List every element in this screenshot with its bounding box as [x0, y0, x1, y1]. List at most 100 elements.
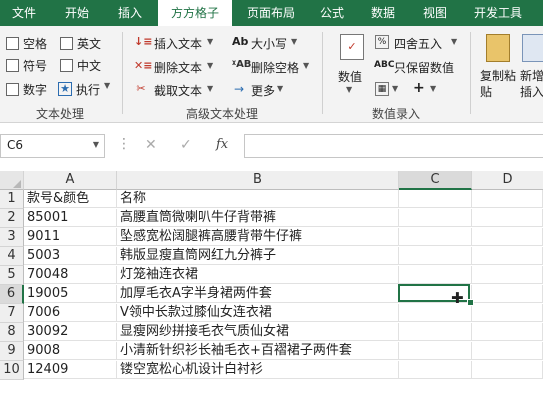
cell-b[interactable]: 小清新针织衫长袖毛衣+百褶裙子两件套 — [117, 342, 399, 360]
cell-d[interactable] — [472, 323, 543, 341]
execute-button[interactable]: 执行 — [76, 81, 100, 98]
cell-b[interactable]: V领中长款过膝仙女连衣裙 — [117, 304, 399, 322]
cell-a[interactable]: 7006 — [24, 304, 117, 322]
cancel-icon[interactable]: ✕ — [145, 137, 157, 153]
cell-a[interactable]: 85001 — [24, 209, 117, 227]
insert-text-dropdown-icon[interactable]: ▼ — [207, 37, 213, 46]
tab-formulas[interactable]: 公式 — [310, 0, 354, 26]
tab-fangfang[interactable]: 方方格子 — [158, 0, 232, 26]
cell-b[interactable]: 灯笼袖连衣裙 — [117, 266, 399, 284]
delete-text-button[interactable]: 删除文本 — [154, 59, 202, 76]
cell-b[interactable]: 显瘦网纱拼接毛衣气质仙女裙 — [117, 323, 399, 341]
grid-dropdown-icon[interactable]: ▼ — [392, 84, 398, 93]
cell-c[interactable] — [399, 323, 472, 341]
cell-d[interactable] — [472, 285, 543, 303]
tab-data[interactable]: 数据 — [358, 0, 408, 26]
cell-d[interactable] — [472, 342, 543, 360]
column-header-a[interactable]: A — [24, 171, 117, 190]
insert-text-button[interactable]: 插入文本 — [154, 35, 202, 52]
more-dropdown-icon[interactable]: ▼ — [277, 84, 283, 93]
cell-c[interactable] — [399, 228, 472, 246]
cut-text-dropdown-icon[interactable]: ▼ — [207, 84, 213, 93]
column-header-b[interactable]: B — [117, 171, 399, 190]
formula-input[interactable] — [244, 134, 543, 158]
cell-d[interactable] — [472, 209, 543, 227]
cell-a[interactable]: 5003 — [24, 247, 117, 265]
round-button[interactable]: 四舍五入 — [394, 35, 442, 52]
new-insert-button[interactable]: 新增插入 — [520, 68, 543, 100]
row-header[interactable]: 3 — [0, 228, 24, 247]
name-box[interactable]: C6 ▼ — [0, 134, 105, 158]
cell-d[interactable] — [472, 361, 543, 379]
round-dropdown-icon[interactable]: ▼ — [451, 37, 457, 46]
cell-d[interactable] — [472, 228, 543, 246]
tab-insert[interactable]: 插入 — [106, 0, 154, 26]
checkbox-space[interactable] — [6, 37, 19, 50]
row-header[interactable]: 2 — [0, 209, 24, 228]
cell-c[interactable] — [399, 266, 472, 284]
column-header-d[interactable]: D — [472, 171, 543, 190]
cell-b[interactable]: 加厚毛衣A字半身裙两件套 — [117, 285, 399, 303]
column-header-c[interactable]: C — [399, 171, 472, 190]
cell-b[interactable]: 镂空宽松心机设计白衬衫 — [117, 361, 399, 379]
tab-file[interactable]: 文件 — [0, 0, 48, 26]
row-header[interactable]: 6 — [0, 285, 24, 304]
name-box-dropdown-icon[interactable]: ▼ — [93, 140, 99, 149]
row-header[interactable]: 5 — [0, 266, 24, 285]
case-dropdown-icon[interactable]: ▼ — [291, 37, 297, 46]
tab-page-layout[interactable]: 页面布局 — [236, 0, 306, 26]
row-header[interactable]: 7 — [0, 304, 24, 323]
delete-spaces-button[interactable]: 删除空格 — [251, 59, 299, 76]
cell-d[interactable] — [472, 304, 543, 322]
cell-a[interactable]: 9008 — [24, 342, 117, 360]
cell-a[interactable]: 70048 — [24, 266, 117, 284]
select-all-triangle-icon — [13, 180, 21, 188]
insert-function-icon[interactable]: fx — [216, 137, 228, 152]
cell-a[interactable]: 30092 — [24, 323, 117, 341]
row-header[interactable]: 9 — [0, 342, 24, 361]
cell-d[interactable] — [472, 247, 543, 265]
cell-a[interactable]: 19005 — [24, 285, 117, 303]
cell-b[interactable]: 高腰直筒微喇叭牛仔背带裤 — [117, 209, 399, 227]
cell-c[interactable] — [399, 209, 472, 227]
cell-c[interactable] — [399, 247, 472, 265]
cell-a[interactable]: 款号&颜色 — [24, 190, 117, 208]
row-header[interactable]: 1 — [0, 190, 24, 209]
tab-view[interactable]: 视图 — [410, 0, 460, 26]
value-dropdown-icon[interactable]: ▼ — [346, 85, 352, 94]
keep-values-button[interactable]: 只保留数值 — [394, 59, 454, 76]
row-header[interactable]: 10 — [0, 361, 24, 380]
plus-icon[interactable]: + — [413, 80, 425, 96]
execute-dropdown-icon[interactable]: ▼ — [104, 81, 110, 90]
tab-home[interactable]: 开始 — [52, 0, 102, 26]
delete-spaces-dropdown-icon[interactable]: ▼ — [303, 61, 309, 70]
fill-handle[interactable] — [467, 299, 474, 306]
checkbox-symbol[interactable] — [6, 59, 19, 72]
cell-d[interactable] — [472, 190, 543, 208]
checkbox-number-label: 数字 — [23, 83, 48, 97]
cell-c[interactable] — [399, 342, 472, 360]
row-header[interactable]: 4 — [0, 247, 24, 266]
cell-b[interactable]: 名称 — [117, 190, 399, 208]
select-all-corner[interactable] — [0, 171, 24, 190]
copy-paste-button[interactable]: 复制粘贴 — [480, 68, 516, 100]
case-button[interactable]: 大小写 — [251, 35, 287, 52]
cell-c[interactable] — [399, 361, 472, 379]
cell-d[interactable] — [472, 266, 543, 284]
checkbox-number[interactable] — [6, 83, 19, 96]
checkbox-english[interactable] — [60, 37, 73, 50]
cell-a[interactable]: 9011 — [24, 228, 117, 246]
cell-a[interactable]: 12409 — [24, 361, 117, 379]
plus-dropdown-icon[interactable]: ▼ — [430, 84, 436, 93]
checkbox-chinese[interactable] — [60, 59, 73, 72]
tab-developer[interactable]: 开发工具 — [464, 0, 532, 26]
value-button[interactable]: 数值 — [338, 68, 362, 85]
cell-b[interactable]: 韩版显瘦直筒网红九分裤子 — [117, 247, 399, 265]
row-header[interactable]: 8 — [0, 323, 24, 342]
cell-b[interactable]: 坠感宽松阔腿裤高腰背带牛仔裤 — [117, 228, 399, 246]
more-button[interactable]: 更多 — [251, 82, 275, 99]
cut-text-button[interactable]: 截取文本 — [154, 82, 202, 99]
enter-icon[interactable]: ✓ — [180, 137, 192, 153]
delete-text-dropdown-icon[interactable]: ▼ — [207, 61, 213, 70]
cell-c[interactable] — [399, 190, 472, 208]
